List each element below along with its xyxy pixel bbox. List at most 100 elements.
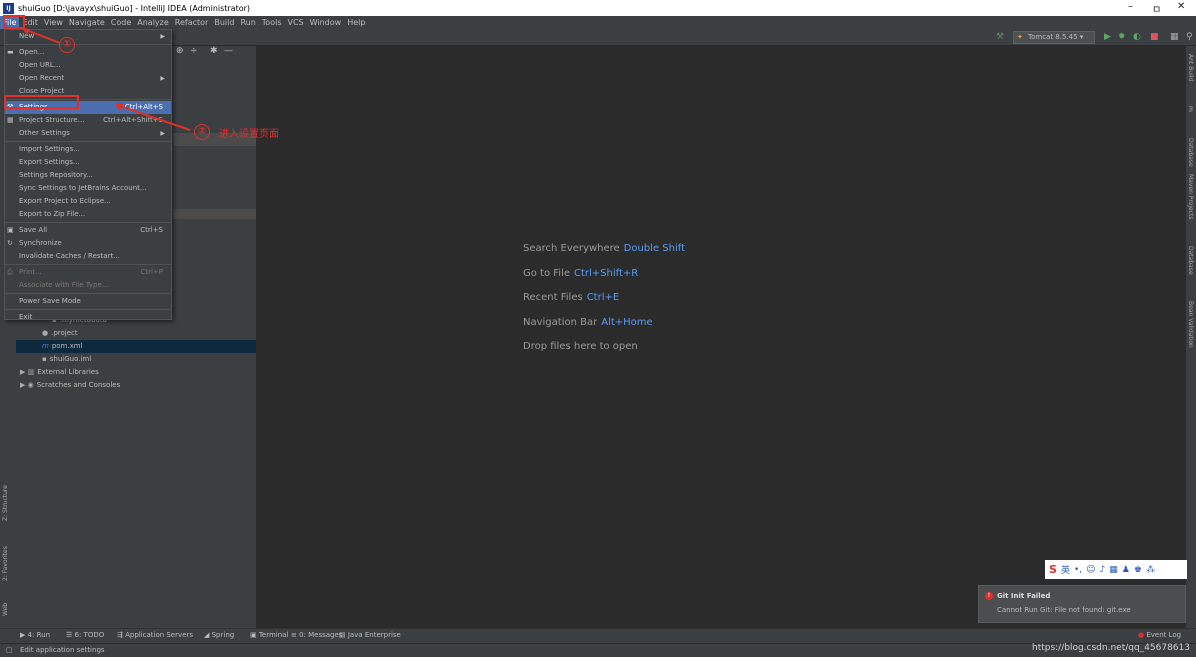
bean-validation-tool-tab[interactable]: Bean Validation bbox=[1187, 301, 1194, 348]
editor-area: Search Everywhere Double Shift Go to File C… bbox=[257, 46, 1186, 628]
editor-hint-text: Navigation Bar bbox=[523, 316, 598, 328]
file-menu-item-synchronize[interactable]: ↻ Synchronize bbox=[5, 237, 171, 250]
menu-item-label: Power Save Mode bbox=[19, 297, 81, 305]
build-hammer-icon[interactable]: ⚒ bbox=[996, 31, 1004, 44]
tree-item[interactable]: ▶ ◉ Scratches and Consoles bbox=[16, 379, 256, 392]
tree-item[interactable]: ▪ shuiGuo.iml bbox=[16, 353, 256, 366]
ime-toolbar[interactable]: S 英 •, ☺ ♪ ▦ ♟ ♚ ⁂ bbox=[1045, 560, 1187, 579]
bottom-tool-tab[interactable]: ≡ 0: Messages bbox=[291, 631, 342, 639]
file-menu-item-open-recent[interactable]: Open Recent ▶ bbox=[5, 72, 171, 85]
m-tool-tab[interactable]: m bbox=[1187, 106, 1194, 112]
title-bar: IJ shuiGuo [D:\javayx\shuiGuo] - Intelli… bbox=[0, 0, 1196, 16]
file-menu-item-invalidate-caches-restart[interactable]: Invalidate Caches / Restart... bbox=[5, 250, 171, 263]
maven-projects-tool-tab[interactable]: Maven Projects bbox=[1187, 174, 1194, 219]
maximize-button[interactable]: ㅁ bbox=[1152, 1, 1161, 16]
ime-user-icon[interactable]: ♟ bbox=[1122, 565, 1130, 575]
bottom-tool-tab[interactable]: ▤ Java Enterprise bbox=[339, 631, 401, 639]
bottom-tool-tab[interactable]: ▶ 4: Run bbox=[20, 631, 50, 639]
close-button[interactable]: ✕ bbox=[1177, 1, 1185, 12]
tree-item[interactable]: m pom.xml bbox=[16, 340, 256, 353]
ime-toolbox-icon[interactable]: ⁂ bbox=[1146, 565, 1155, 575]
menu-help[interactable]: Help bbox=[344, 16, 368, 29]
menu-navigate[interactable]: Navigate bbox=[66, 16, 108, 29]
menu-item-shortcut: Ctrl+P bbox=[140, 268, 163, 276]
file-menu-item-sync-settings-to-jetbrains-account[interactable]: Sync Settings to JetBrains Account... bbox=[5, 182, 171, 195]
locate-icon[interactable]: ⊕ bbox=[176, 46, 184, 56]
status-text: Edit application settings bbox=[20, 646, 105, 654]
run-icon[interactable]: ▶ bbox=[1104, 31, 1111, 44]
grid-icon: ▦ bbox=[7, 116, 14, 124]
menu-item-label: Import Settings... bbox=[19, 145, 80, 153]
structure-tool-tab[interactable]: Z: Structure bbox=[2, 485, 9, 521]
file-menu-item-open[interactable]: ▬ Open... bbox=[5, 46, 171, 59]
editor-hint: Go to File Ctrl+Shift+R bbox=[523, 268, 638, 279]
status-toggle-icon[interactable]: ▢ bbox=[6, 646, 13, 654]
file-menu-item-print[interactable]: ⎙ Print... Ctrl+P bbox=[5, 266, 171, 279]
bottom-tool-tab[interactable]: ◢ Spring bbox=[204, 631, 234, 639]
bottom-tool-tab[interactable]: ▣ Terminal bbox=[250, 631, 288, 639]
file-menu-item-associate-with-file-type[interactable]: Associate with File Type... bbox=[5, 279, 171, 292]
database-tool-tab-2[interactable]: Database bbox=[1187, 246, 1194, 275]
file-menu-item-exit[interactable]: Exit bbox=[5, 311, 171, 324]
menu-item-label: Project Structure... bbox=[19, 116, 85, 124]
minimize-button[interactable]: – bbox=[1128, 1, 1133, 12]
file-menu-item-settings-repository[interactable]: Settings Repository... bbox=[5, 169, 171, 182]
search-icon[interactable]: ⚲ bbox=[1186, 31, 1193, 44]
file-menu-item-import-settings[interactable]: Import Settings... bbox=[5, 143, 171, 156]
event-log-tool[interactable]: ● Event Log bbox=[1138, 631, 1181, 639]
tree-item[interactable]: ▶ ▥ External Libraries bbox=[16, 366, 256, 379]
menu-item-label: Export Settings... bbox=[19, 158, 80, 166]
menu-window[interactable]: Window bbox=[307, 16, 345, 29]
status-bar: ▢ Edit application settings bbox=[0, 643, 1196, 657]
project-structure-icon[interactable]: ▦ bbox=[1170, 31, 1179, 44]
menu-tools[interactable]: Tools bbox=[259, 16, 285, 29]
ime-keyboard-icon[interactable]: ▦ bbox=[1109, 565, 1118, 575]
gear-icon[interactable]: ✱ bbox=[210, 46, 218, 56]
menu-vcs[interactable]: VCS bbox=[285, 16, 307, 29]
editor-hint-shortcut: Double Shift bbox=[623, 243, 686, 254]
ime-voice-icon[interactable]: ♪ bbox=[1100, 565, 1106, 575]
file-menu-item-export-settings[interactable]: Export Settings... bbox=[5, 156, 171, 169]
ime-language[interactable]: 英 bbox=[1061, 563, 1070, 576]
file-menu-item-save-all[interactable]: ▣ Save All Ctrl+S bbox=[5, 224, 171, 237]
bottom-tool-tab[interactable]: ⇶ Application Servers bbox=[117, 631, 193, 639]
tree-item[interactable]: ● .project bbox=[16, 327, 256, 340]
tree-item-icon: m bbox=[42, 342, 49, 350]
web-tool-tab[interactable]: Web bbox=[2, 603, 9, 616]
editor-hint-shortcut: Ctrl+Shift+R bbox=[574, 267, 639, 279]
bottom-tool-tab[interactable]: ☰ 6: TODO bbox=[66, 631, 104, 639]
ant-build-tool-tab[interactable]: Ant Build bbox=[1187, 54, 1194, 81]
menu-code[interactable]: Code bbox=[108, 16, 134, 29]
tree-item-label: Scratches and Consoles bbox=[36, 381, 121, 389]
file-menu-item-power-save-mode[interactable]: Power Save Mode bbox=[5, 295, 171, 308]
menu-item-label: Exit bbox=[19, 313, 33, 321]
ime-emoji-icon[interactable]: ☺ bbox=[1086, 565, 1095, 575]
coverage-icon[interactable]: ◐ bbox=[1133, 31, 1141, 44]
menu-analyze[interactable]: Analyze bbox=[134, 16, 172, 29]
tomcat-icon: ✦ bbox=[1017, 33, 1023, 41]
editor-hint: Recent Files Ctrl+E bbox=[523, 292, 619, 303]
run-configuration-select[interactable]: ✦ Tomcat 8.5.45 ▾ bbox=[1013, 31, 1095, 44]
watermark: https://blog.csdn.net/qq_45678613 bbox=[1031, 643, 1190, 653]
collapse-icon[interactable]: ÷ bbox=[190, 46, 198, 56]
notification-message: Cannot Run Git: File not found: git.exe bbox=[997, 606, 1131, 614]
menu-run[interactable]: Run bbox=[237, 16, 258, 29]
menu-refactor[interactable]: Refactor bbox=[172, 16, 212, 29]
file-menu-item-export-project-to-eclipse[interactable]: Export Project to Eclipse... bbox=[5, 195, 171, 208]
stop-icon[interactable]: ■ bbox=[1150, 31, 1159, 44]
git-init-notification[interactable]: ! Git Init Failed Cannot Run Git: File n… bbox=[978, 585, 1186, 623]
ime-skin-icon[interactable]: ♚ bbox=[1134, 565, 1142, 575]
menu-bar: File Edit View Navigate Code Analyze Refactor B… bbox=[0, 16, 1196, 29]
debug-icon[interactable]: ✹ bbox=[1118, 31, 1126, 44]
ide-window: IJ shuiGuo [D:\javayx\shuiGuo] - Intelli… bbox=[0, 0, 1196, 657]
menu-separator bbox=[5, 264, 171, 265]
file-menu-item-export-to-zip-file[interactable]: Export to Zip File... bbox=[5, 208, 171, 221]
hide-icon[interactable]: — bbox=[224, 46, 233, 56]
ime-punct-icon[interactable]: •, bbox=[1074, 565, 1082, 575]
tree-item-icon: ▶ ◉ bbox=[20, 381, 34, 389]
file-menu-item-open-url[interactable]: Open URL... bbox=[5, 59, 171, 72]
menu-build[interactable]: Build bbox=[211, 16, 237, 29]
database-tool-tab[interactable]: Database bbox=[1187, 138, 1194, 167]
run-configuration-label: Tomcat 8.5.45 ▾ bbox=[1028, 33, 1084, 41]
favorites-tool-tab[interactable]: 2: Favorites bbox=[2, 546, 9, 581]
